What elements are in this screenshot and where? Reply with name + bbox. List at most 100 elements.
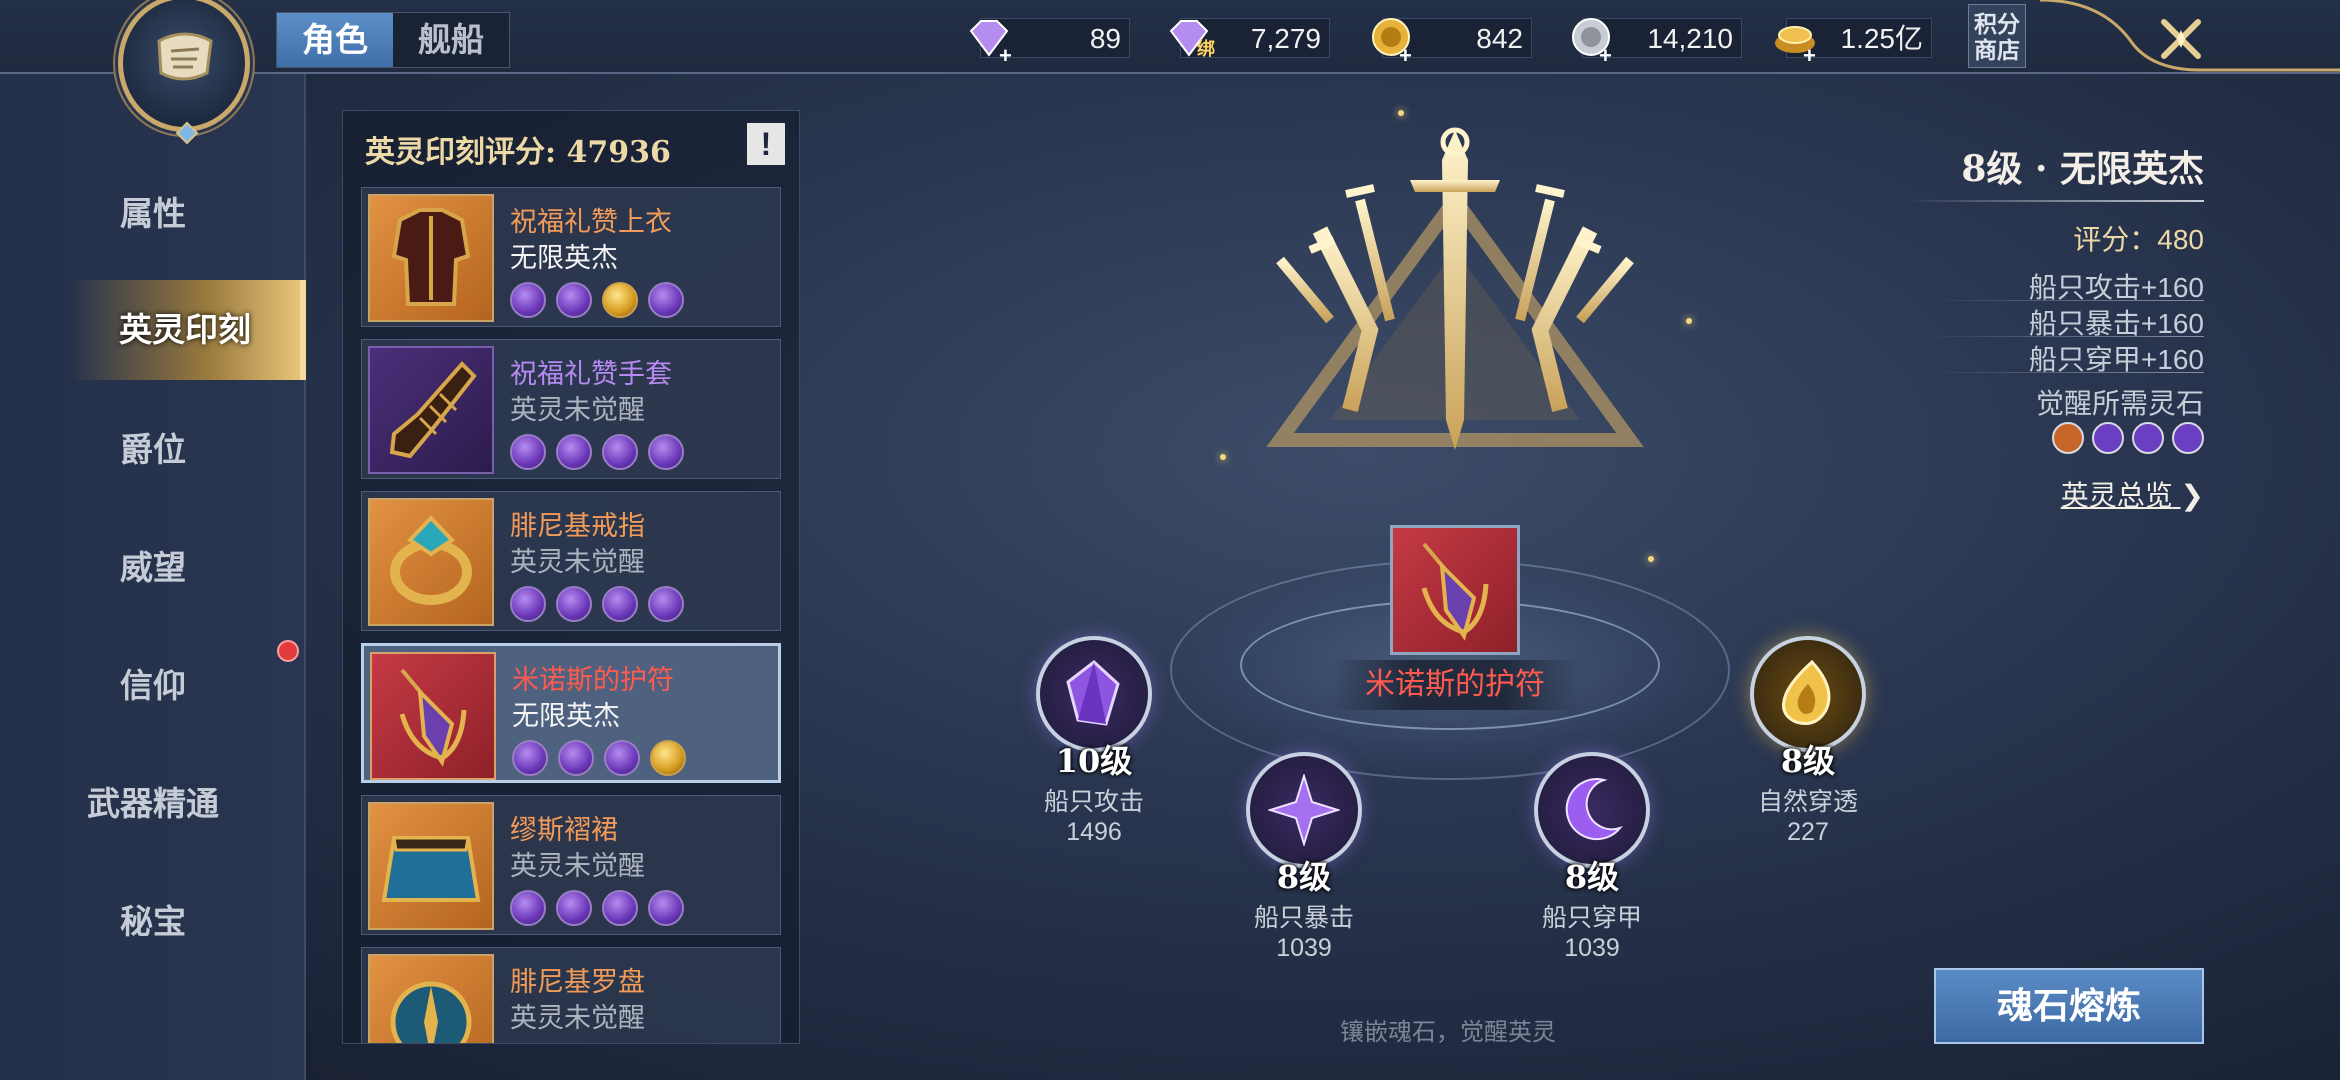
item-name: 祝福礼赞手套 bbox=[510, 359, 672, 389]
item-name: 米诺斯的护符 bbox=[512, 665, 674, 695]
divider bbox=[1924, 300, 2204, 301]
soulstone-slot-crit[interactable]: 8级 船只暴击 1039 bbox=[1204, 752, 1404, 963]
chevron-right-icon: ❯ bbox=[2180, 480, 2204, 511]
soulstone-orb bbox=[1246, 752, 1362, 868]
main-tabs: 角色 舰船 bbox=[276, 12, 510, 68]
item-thumbnail-ring bbox=[368, 498, 494, 626]
title-underline bbox=[1904, 200, 2204, 202]
list-item[interactable]: 腓尼基罗盘 英灵未觉醒 bbox=[361, 947, 781, 1043]
list-item[interactable]: 祝福礼赞手套 英灵未觉醒 bbox=[361, 339, 781, 479]
currency-value: 89 bbox=[1089, 23, 1121, 54]
purple-flame-gem-icon bbox=[602, 890, 638, 926]
tab-character[interactable]: 角色 bbox=[277, 13, 393, 67]
nav-treasure[interactable]: 秘宝 bbox=[0, 872, 306, 972]
purple-swirl-gem-icon bbox=[556, 890, 592, 926]
svg-text:+: + bbox=[1399, 43, 1412, 65]
purple-stone-icon bbox=[2092, 422, 2124, 454]
soulstone-smelt-button[interactable]: 魂石熔炼 bbox=[1934, 968, 2204, 1044]
list-item-selected[interactable]: 米诺斯的护符 无限英杰 bbox=[361, 643, 781, 783]
slot-level: 8级 bbox=[1564, 858, 1620, 896]
item-status: 英灵未觉醒 bbox=[510, 395, 645, 425]
player-emblem[interactable] bbox=[118, 0, 250, 145]
item-gem-slots bbox=[510, 434, 684, 470]
soulstone-slot-nature[interactable]: 8级 自然穿透 227 bbox=[1708, 636, 1908, 847]
purple-shield-gem-icon bbox=[648, 890, 684, 926]
soulstone-slot-attack[interactable]: 10级 船只攻击 1496 bbox=[994, 636, 1194, 847]
nav-hero-imprint[interactable]: 英灵印刻 bbox=[70, 280, 306, 380]
purple-stone-icon bbox=[2132, 422, 2164, 454]
currency-silver-coin[interactable]: + 14,210 bbox=[1572, 18, 1742, 65]
hero-score: 评分：480 bbox=[2073, 218, 2204, 258]
purple-moon-gem-icon bbox=[602, 434, 638, 470]
hero-level-title: 8级 · 无限英杰 bbox=[1961, 148, 2204, 190]
item-status: 英灵未觉醒 bbox=[510, 547, 645, 577]
purple-shield-gem-icon bbox=[648, 586, 684, 622]
purple-flame-gem-icon bbox=[602, 586, 638, 622]
currency-gold-pile[interactable]: + 1.25亿 bbox=[1775, 18, 1932, 65]
sparkle bbox=[1648, 556, 1654, 562]
purple-star-gem-icon bbox=[556, 434, 592, 470]
sparkle bbox=[1686, 318, 1692, 324]
purple-moon-icon bbox=[1565, 778, 1623, 841]
nav-nobility[interactable]: 爵位 bbox=[0, 400, 306, 500]
currency-value: 842 bbox=[1476, 23, 1523, 54]
purple-flame-gem-icon bbox=[648, 434, 684, 470]
gold-flame-gem-icon bbox=[602, 282, 638, 318]
purple-stone-icon bbox=[2172, 422, 2204, 454]
hero-overview-link[interactable]: 英灵总览 ❯ bbox=[2061, 474, 2204, 514]
item-status: 无限英杰 bbox=[512, 701, 620, 731]
orange-stone-icon bbox=[2052, 422, 2084, 454]
amulet-icon bbox=[399, 668, 467, 767]
slot-stat-value: 1039 bbox=[1564, 934, 1620, 962]
slot-stat-value: 1496 bbox=[1066, 818, 1122, 846]
svg-text:+: + bbox=[1599, 43, 1612, 65]
close-icon[interactable] bbox=[2158, 16, 2204, 62]
left-nav: 属性 英灵印刻 爵位 威望 信仰 武器精通 秘宝 bbox=[0, 74, 306, 1080]
center-item-name: 米诺斯的护符 bbox=[1330, 660, 1580, 710]
purple-heart-gem-icon bbox=[510, 282, 546, 318]
slot-stat-name: 船只攻击 bbox=[1043, 788, 1144, 816]
hero-overview-label: 英灵总览 bbox=[2060, 480, 2173, 511]
currency-value: 7,279 bbox=[1250, 23, 1321, 54]
currency-diamond[interactable]: + 89 bbox=[969, 18, 1130, 65]
currency-bound-diamond[interactable]: 绑 7,279 bbox=[1169, 18, 1330, 59]
silver-coin-icon: + bbox=[1572, 18, 1612, 65]
item-status: 无限英杰 bbox=[510, 243, 618, 273]
notification-dot bbox=[277, 640, 299, 662]
soulstone-slot-pierce[interactable]: 8级 船只穿甲 1039 bbox=[1492, 752, 1692, 963]
nav-weapon-mastery[interactable]: 武器精通 bbox=[0, 754, 306, 854]
item-thumbnail-compass bbox=[368, 954, 494, 1043]
nav-attributes[interactable]: 属性 bbox=[0, 164, 306, 264]
purple-shield-gem-icon bbox=[648, 282, 684, 318]
slot-stat-name: 船只穿甲 bbox=[1541, 904, 1642, 932]
list-item[interactable]: 祝福礼赞上衣 无限英杰 bbox=[361, 187, 781, 327]
hint-text: 镶嵌魂石，觉醒英灵 bbox=[1340, 1019, 1556, 1046]
item-gem-slots bbox=[512, 740, 686, 776]
imprint-score: 英灵印刻评分: 47936 bbox=[365, 135, 671, 170]
item-thumbnail-skirt bbox=[368, 802, 494, 930]
points-shop-button[interactable]: 积分商店 bbox=[1968, 4, 2026, 68]
slot-stat-name: 自然穿透 bbox=[1757, 788, 1858, 816]
gold-pile-icon: + bbox=[1775, 26, 1816, 65]
soulstone-orb bbox=[1036, 636, 1152, 752]
item-name: 腓尼基戒指 bbox=[510, 511, 645, 541]
nav-faith[interactable]: 信仰 bbox=[0, 636, 306, 736]
currency-gold-coin[interactable]: + 842 bbox=[1372, 18, 1532, 65]
sparkle bbox=[1398, 110, 1404, 116]
slot-level: 10级 bbox=[1055, 742, 1133, 780]
item-gem-slots bbox=[510, 282, 684, 318]
info-button[interactable]: ! bbox=[747, 123, 785, 165]
center-item-thumbnail[interactable] bbox=[1390, 525, 1520, 655]
tab-ship[interactable]: 舰船 bbox=[393, 13, 509, 67]
sparkle bbox=[1220, 454, 1226, 460]
slot-stat-name: 船只暴击 bbox=[1253, 904, 1354, 932]
nav-prestige[interactable]: 威望 bbox=[0, 518, 306, 618]
gold-flame-icon bbox=[1782, 659, 1831, 725]
list-item[interactable]: 腓尼基戒指 英灵未觉醒 bbox=[361, 491, 781, 631]
purple-crystal-gem-icon bbox=[512, 740, 548, 776]
purple-moon-gem-icon bbox=[604, 740, 640, 776]
purple-shield-gem-icon bbox=[510, 586, 546, 622]
purple-crystal-icon bbox=[1066, 660, 1120, 726]
list-item[interactable]: 缪斯褶裙 英灵未觉醒 bbox=[361, 795, 781, 935]
slot-stat-value: 1039 bbox=[1276, 934, 1332, 962]
